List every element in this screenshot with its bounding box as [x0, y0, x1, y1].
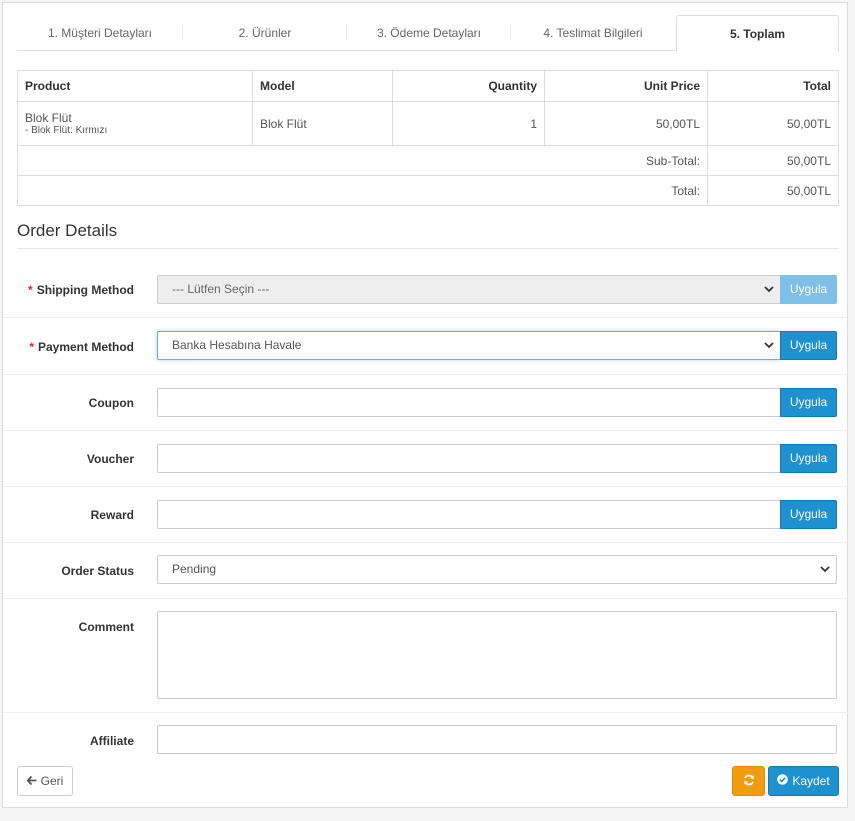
affiliate-label: Affiliate — [89, 734, 134, 748]
cell-total: 50,00TL — [707, 101, 839, 146]
back-button[interactable]: Geri — [17, 766, 73, 796]
order-status-value: Pending — [172, 562, 217, 576]
tab-payment-details[interactable]: 3. Ödeme Detayları — [347, 15, 511, 51]
order-panel: 1. Müşteri Detayları 2. Ürünler 3. Ödeme… — [2, 2, 849, 808]
shipping-method-apply-button[interactable]: Uygula — [780, 275, 837, 304]
cart-table: Product Model Quantity Unit Price Total … — [17, 70, 839, 206]
comment-label: Comment — [78, 620, 134, 634]
order-status-row: Order Status Pending — [3, 543, 849, 599]
tab-shipping-details[interactable]: 4. Teslimat Bilgileri — [511, 15, 675, 51]
save-button[interactable]: Kaydet — [768, 766, 839, 796]
order-details-title: Order Details — [17, 221, 839, 249]
affiliate-row: Affiliate — [3, 713, 849, 759]
voucher-row: Voucher Uygula — [3, 431, 849, 487]
chevron-down-icon — [764, 276, 774, 303]
tab-totals[interactable]: 5. Toplam — [676, 15, 839, 52]
tab-products[interactable]: 2. Ürünler — [183, 15, 347, 51]
order-status-label: Order Status — [61, 564, 134, 578]
check-circle-icon — [777, 774, 789, 788]
comment-textarea[interactable] — [157, 611, 837, 699]
reward-row: Reward Uygula — [3, 487, 849, 543]
save-button-label: Kaydet — [792, 774, 830, 788]
cell-quantity: 1 — [392, 101, 545, 146]
shipping-method-label-text: Shipping Method — [36, 283, 134, 297]
total-value: 50,00TL — [707, 175, 839, 206]
reward-input[interactable] — [157, 500, 781, 529]
refresh-icon — [743, 774, 755, 789]
col-product: Product — [17, 70, 253, 102]
required-mark: * — [28, 283, 33, 297]
voucher-input[interactable] — [157, 444, 781, 473]
shipping-method-select[interactable]: --- Lütfen Seçin --- — [157, 275, 781, 304]
payment-method-label-text: Payment Method — [37, 340, 134, 354]
cell-unit-price: 50,00TL — [544, 101, 708, 146]
step-tabs: 1. Müşteri Detayları 2. Ürünler 3. Ödeme… — [17, 15, 839, 52]
subtotal-row: Sub-Total: 50,00TL — [17, 145, 839, 176]
order-status-select[interactable]: Pending — [157, 555, 837, 584]
payment-method-label: * Payment Method — [29, 340, 134, 354]
product-option: - Blok Flüt: Kırmızı — [25, 125, 108, 136]
voucher-apply-button[interactable]: Uygula — [780, 444, 837, 473]
total-row: Total: 50,00TL — [17, 175, 839, 206]
chevron-down-icon — [820, 556, 830, 583]
coupon-apply-button[interactable]: Uygula — [780, 388, 837, 417]
col-model: Model — [252, 70, 393, 102]
reward-label: Reward — [90, 508, 134, 522]
cell-model: Blok Flüt — [252, 101, 393, 146]
payment-method-apply-button[interactable]: Uygula — [780, 331, 837, 360]
payment-method-row: * Payment Method Banka Hesabına Havale Uy… — [3, 318, 849, 375]
cell-product: Blok Flüt - Blok Flüt: Kırmızı — [17, 101, 253, 146]
product-name: Blok Flüt — [25, 111, 72, 125]
table-row: Blok Flüt - Blok Flüt: Kırmızı Blok Flüt… — [17, 101, 839, 146]
coupon-input[interactable] — [157, 388, 781, 417]
col-unit-price: Unit Price — [544, 70, 708, 102]
shipping-method-label: * Shipping Method — [28, 283, 134, 297]
shipping-method-row: * Shipping Method --- Lütfen Seçin --- Uy… — [3, 261, 849, 318]
table-header-row: Product Model Quantity Unit Price Total — [17, 70, 839, 102]
tab-customer-details[interactable]: 1. Müşteri Detayları — [17, 15, 183, 51]
comment-row: Comment — [3, 599, 849, 713]
col-total: Total — [707, 70, 839, 102]
col-quantity: Quantity — [392, 70, 545, 102]
reward-apply-button[interactable]: Uygula — [780, 500, 837, 529]
voucher-label: Voucher — [86, 452, 134, 466]
subtotal-label: Sub-Total: — [17, 145, 708, 176]
coupon-row: Coupon Uygula — [3, 375, 849, 431]
shipping-method-value: --- Lütfen Seçin --- — [172, 282, 270, 296]
payment-method-value: Banka Hesabına Havale — [172, 338, 302, 352]
coupon-label: Coupon — [88, 396, 134, 410]
payment-method-select[interactable]: Banka Hesabına Havale — [157, 331, 781, 360]
refresh-button[interactable] — [732, 766, 765, 796]
arrow-left-icon — [26, 774, 37, 788]
affiliate-input[interactable] — [157, 725, 837, 754]
subtotal-value: 50,00TL — [707, 145, 839, 176]
back-button-label: Geri — [40, 774, 64, 788]
required-mark: * — [29, 340, 34, 354]
total-label: Total: — [17, 175, 708, 206]
chevron-down-icon — [764, 332, 774, 359]
